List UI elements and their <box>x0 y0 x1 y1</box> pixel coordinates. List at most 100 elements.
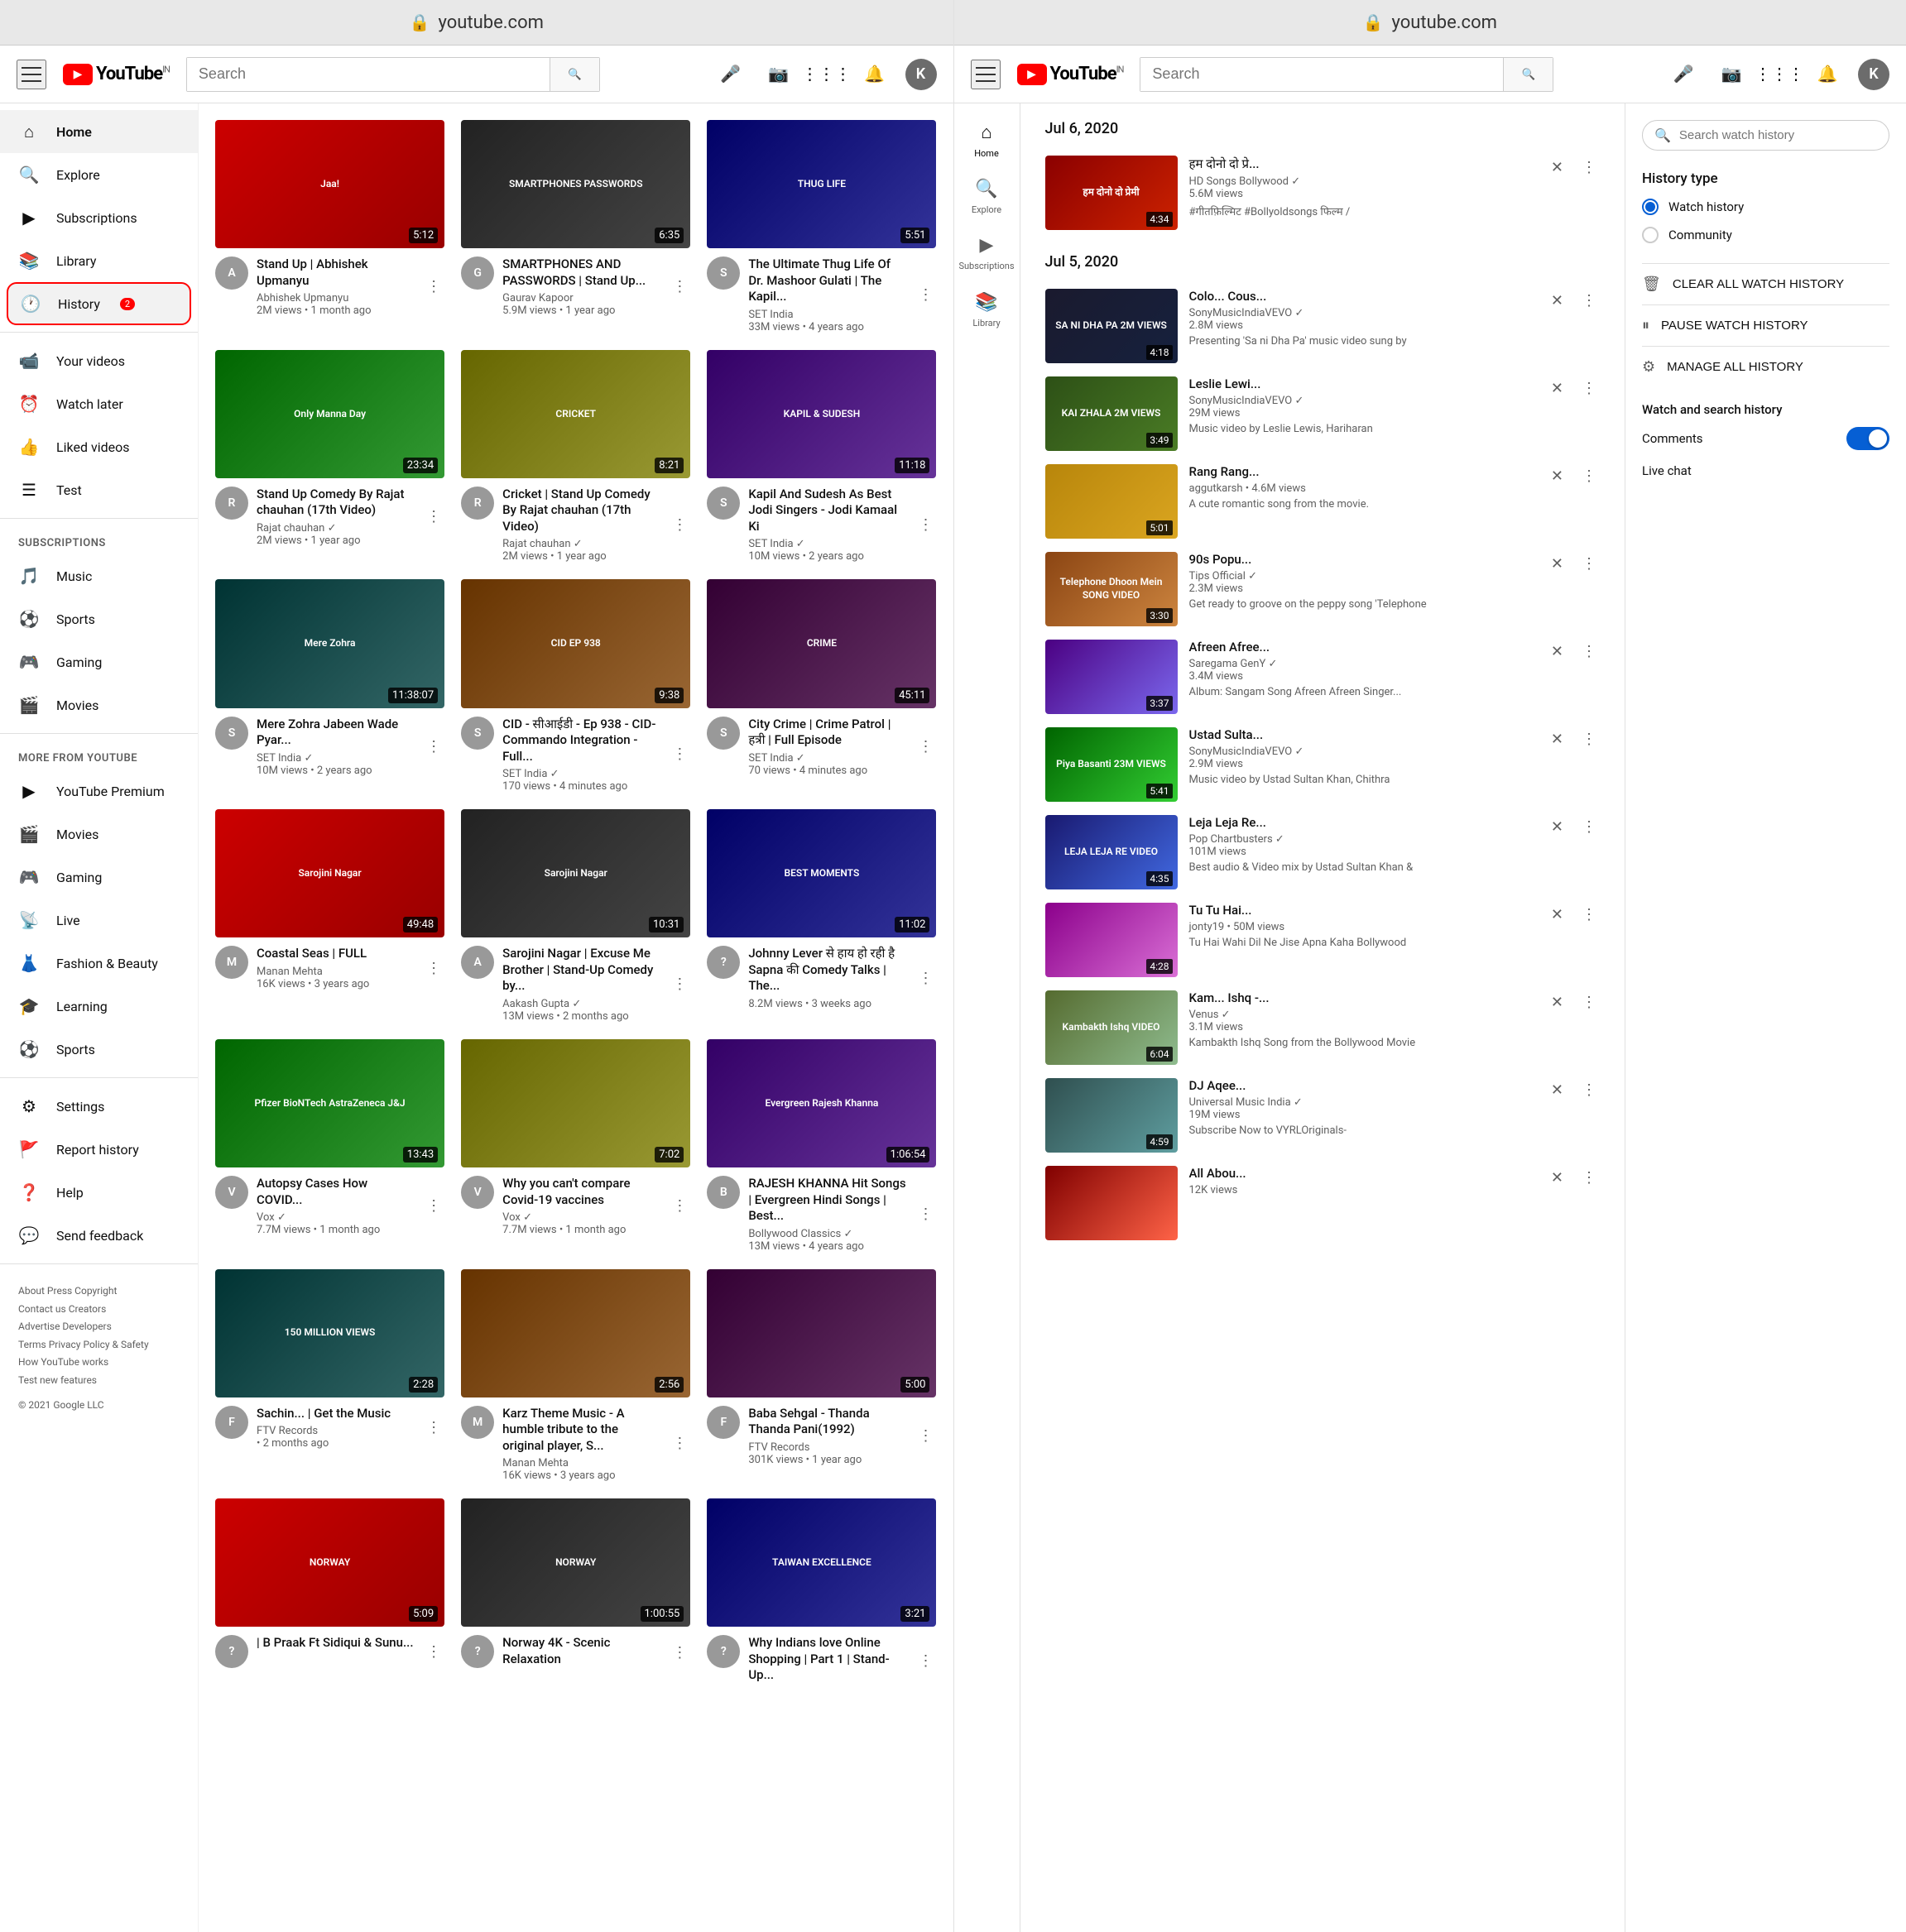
video-options-btn-16[interactable]: ⋮ <box>423 1406 444 1450</box>
video-options-btn-11[interactable]: ⋮ <box>669 946 690 1023</box>
history-more-btn-h5[interactable]: ⋮ <box>1578 552 1600 576</box>
sidebar-item-gaming2[interactable]: 🎮 Gaming <box>0 856 198 899</box>
video-card-17[interactable]: 2:56 M Karz Theme Music - A humble tribu… <box>461 1269 690 1483</box>
watch-history-radio[interactable] <box>1642 199 1659 215</box>
search-input-right[interactable] <box>1140 58 1503 91</box>
avatar-right[interactable]: K <box>1858 59 1889 90</box>
sidebar-item-sports[interactable]: ⚽ Sports <box>0 597 198 640</box>
history-more-btn-h10[interactable]: ⋮ <box>1578 990 1600 1014</box>
video-options-btn-17[interactable]: ⋮ <box>669 1406 690 1483</box>
history-remove-btn-h12[interactable]: ✕ <box>1548 1166 1567 1190</box>
history-more-btn-h7[interactable]: ⋮ <box>1578 727 1600 751</box>
history-type-community[interactable]: Community <box>1642 227 1889 243</box>
avatar-left[interactable]: K <box>905 59 937 90</box>
video-options-btn-4[interactable]: ⋮ <box>423 487 444 547</box>
comments-toggle[interactable] <box>1846 427 1889 450</box>
video-card-18[interactable]: 5:00 F Baba Sehgal - Thanda Thanda Pani(… <box>707 1269 936 1483</box>
video-card-8[interactable]: CID EP 938 9:38 S CID - सीआईडी - Ep 938 … <box>461 579 690 793</box>
sidebar-item-yt-premium[interactable]: ▶ YouTube Premium <box>0 769 198 813</box>
history-remove-btn-h11[interactable]: ✕ <box>1548 1078 1567 1102</box>
sidebar-item-gaming[interactable]: 🎮 Gaming <box>0 640 198 683</box>
video-options-btn-18[interactable]: ⋮ <box>915 1406 936 1466</box>
video-card-20[interactable]: NORWAY 1:00:55 ? Norway 4K - Scenic Rela… <box>461 1498 690 1687</box>
hamburger-button-right[interactable] <box>971 60 1001 89</box>
history-remove-btn-h5[interactable]: ✕ <box>1548 552 1567 576</box>
video-card-1[interactable]: Jaa! 5:12 A Stand Up | Abhishek Upmanyu … <box>215 120 444 333</box>
history-remove-btn-h4[interactable]: ✕ <box>1548 464 1567 488</box>
video-card-11[interactable]: Sarojini Nagar 10:31 A Sarojini Nagar | … <box>461 809 690 1023</box>
sidebar-item-test[interactable]: ☰ Test <box>0 468 198 511</box>
video-card-10[interactable]: Sarojini Nagar 49:48 M Coastal Seas | FU… <box>215 809 444 1023</box>
search-button-left[interactable]: 🔍 <box>550 58 599 91</box>
video-options-btn-1[interactable]: ⋮ <box>423 256 444 317</box>
video-card-12[interactable]: BEST MOMENTS 11:02 ? Johnny Lever से हाय… <box>707 809 936 1023</box>
video-options-btn-8[interactable]: ⋮ <box>669 717 690 793</box>
history-remove-btn-h1[interactable]: ✕ <box>1548 156 1567 180</box>
clear-all-watch-history-btn[interactable]: 🗑 CLEAR ALL WATCH HISTORY <box>1642 263 1889 304</box>
video-card-4[interactable]: Only Manna Day 23:34 R Stand Up Comedy B… <box>215 350 444 563</box>
history-more-btn-h2[interactable]: ⋮ <box>1578 289 1600 313</box>
history-remove-btn-h7[interactable]: ✕ <box>1548 727 1567 751</box>
video-options-btn-15[interactable]: ⋮ <box>915 1176 936 1253</box>
video-card-21[interactable]: TAIWAN EXCELLENCE 3:21 ? Why Indians lov… <box>707 1498 936 1687</box>
sidebar-item-history[interactable]: 🕐 History 2 <box>7 282 191 325</box>
rsidebar-home[interactable]: ⌂ Home <box>954 112 1020 169</box>
sidebar-item-learning[interactable]: 🎓 Learning <box>0 985 198 1028</box>
history-more-btn-h3[interactable]: ⋮ <box>1578 376 1600 400</box>
history-search-input[interactable] <box>1679 128 1877 142</box>
video-options-btn-13[interactable]: ⋮ <box>423 1176 444 1236</box>
history-type-watch[interactable]: Watch history <box>1642 199 1889 215</box>
history-more-btn-h9[interactable]: ⋮ <box>1578 903 1600 927</box>
search-input-left[interactable] <box>187 58 550 91</box>
bell-button-right[interactable]: 🔔 <box>1810 57 1845 92</box>
sidebar-item-movies2[interactable]: 🎬 Movies <box>0 813 198 856</box>
camera-button-left[interactable]: 📷 <box>761 57 796 92</box>
video-card-6[interactable]: KAPIL & SUDESH 11:18 S Kapil And Sudesh … <box>707 350 936 563</box>
video-options-btn-10[interactable]: ⋮ <box>423 946 444 990</box>
video-options-btn-14[interactable]: ⋮ <box>669 1176 690 1236</box>
video-options-btn-5[interactable]: ⋮ <box>669 487 690 563</box>
video-options-btn-9[interactable]: ⋮ <box>915 717 936 777</box>
sidebar-item-report-history[interactable]: 🚩 Report history <box>0 1128 198 1171</box>
rsidebar-explore[interactable]: 🔍 Explore <box>954 169 1020 225</box>
rsidebar-library[interactable]: 📚 Library <box>954 282 1020 338</box>
history-more-btn-h1[interactable]: ⋮ <box>1578 156 1600 180</box>
sidebar-item-library[interactable]: 📚 Library <box>0 239 198 282</box>
grid-button-left[interactable]: ⋮⋮⋮ <box>809 57 844 92</box>
hamburger-button-left[interactable] <box>17 60 46 89</box>
video-options-btn-19[interactable]: ⋮ <box>423 1635 444 1668</box>
sidebar-item-live[interactable]: 📡 Live <box>0 899 198 942</box>
sidebar-item-subscriptions[interactable]: ▶ Subscriptions <box>0 196 198 239</box>
rsidebar-subscriptions[interactable]: ▶ Subscriptions <box>954 225 1020 281</box>
video-card-9[interactable]: CRIME 45:11 S City Crime | Crime Patrol … <box>707 579 936 793</box>
video-card-13[interactable]: Pfizer BioNTech AstraZeneca J&J 13:43 V … <box>215 1039 444 1253</box>
video-options-btn-7[interactable]: ⋮ <box>423 717 444 777</box>
video-card-15[interactable]: Evergreen Rajesh Khanna 1:06:54 B RAJESH… <box>707 1039 936 1253</box>
video-card-5[interactable]: CRICKET 8:21 R Cricket | Stand Up Comedy… <box>461 350 690 563</box>
history-more-btn-h4[interactable]: ⋮ <box>1578 464 1600 488</box>
history-more-btn-h11[interactable]: ⋮ <box>1578 1078 1600 1102</box>
history-remove-btn-h9[interactable]: ✕ <box>1548 903 1567 927</box>
sidebar-item-home[interactable]: ⌂ Home <box>0 110 198 153</box>
video-card-7[interactable]: Mere Zohra 11:38:07 S Mere Zohra Jabeen … <box>215 579 444 793</box>
sidebar-item-send-feedback[interactable]: 💬 Send feedback <box>0 1214 198 1257</box>
sidebar-item-help[interactable]: ❓ Help <box>0 1171 198 1214</box>
sidebar-item-watch-later[interactable]: ⏰ Watch later <box>0 382 198 425</box>
history-remove-btn-h8[interactable]: ✕ <box>1548 815 1567 839</box>
video-card-16[interactable]: 150 MILLION VIEWS 2:28 F Sachin... | Get… <box>215 1269 444 1483</box>
search-button-right[interactable]: 🔍 <box>1503 58 1553 91</box>
history-more-btn-h6[interactable]: ⋮ <box>1578 640 1600 664</box>
history-remove-btn-h2[interactable]: ✕ <box>1548 289 1567 313</box>
video-options-btn-2[interactable]: ⋮ <box>669 256 690 317</box>
mic-button-right[interactable]: 🎤 <box>1666 57 1701 92</box>
sidebar-item-music[interactable]: 🎵 Music <box>0 554 198 597</box>
camera-button-right[interactable]: 📷 <box>1714 57 1749 92</box>
video-card-2[interactable]: SMARTPHONES PASSWORDS 6:35 G SMARTPHONES… <box>461 120 690 333</box>
video-card-3[interactable]: THUG LIFE 5:51 S The Ultimate Thug Life … <box>707 120 936 333</box>
grid-button-right[interactable]: ⋮⋮⋮ <box>1762 57 1797 92</box>
video-card-19[interactable]: NORWAY 5:09 ? | B Praak Ft Sidiqui & Sun… <box>215 1498 444 1687</box>
sidebar-item-settings[interactable]: ⚙ Settings <box>0 1085 198 1128</box>
sidebar-item-movies[interactable]: 🎬 Movies <box>0 683 198 726</box>
yt-logo-right[interactable]: YouTubeIN <box>1017 64 1124 85</box>
sidebar-item-explore[interactable]: 🔍 Explore <box>0 153 198 196</box>
